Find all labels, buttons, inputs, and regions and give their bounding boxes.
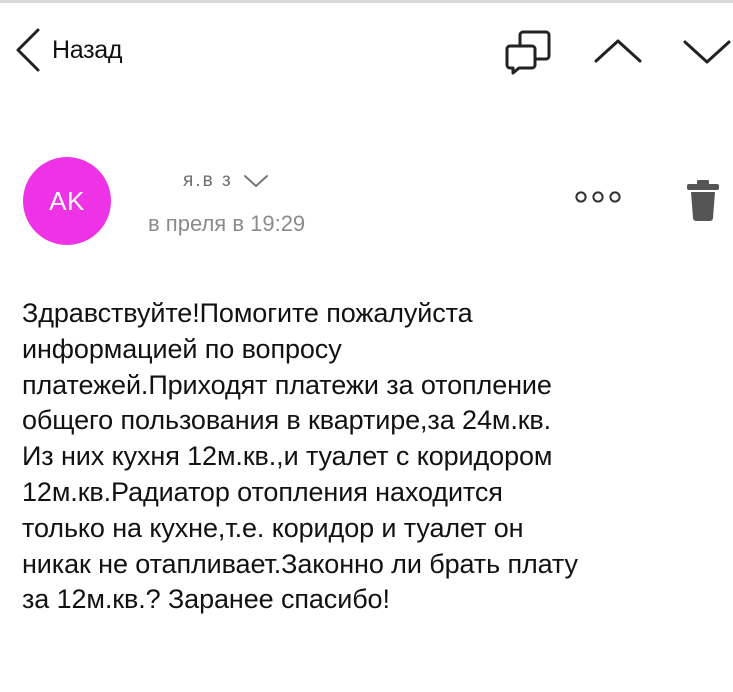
compose-reply-icon[interactable] [505,27,553,75]
trash-icon[interactable] [685,179,721,221]
more-options-icon[interactable] [574,190,622,204]
avatar[interactable]: AK [23,157,111,245]
back-label: Назад [52,35,123,64]
message-body: Здравствуйте!Помогите пожалуйста информа… [22,298,578,615]
message-header: AK я.в з в преля в 19:29 [0,150,733,260]
sender-name: я.в з [183,170,233,191]
back-button[interactable]: Назад [14,25,122,75]
navigation-bar: Назад [0,3,733,93]
chevron-up-icon[interactable] [593,37,643,65]
avatar-initials: AK [49,185,85,216]
sender-toggle[interactable]: я.в з [183,168,269,194]
chevron-down-icon [243,174,269,188]
chevron-down-icon[interactable] [682,38,732,66]
chevron-left-icon [14,27,42,73]
message-date: в преля в 19:29 [148,211,306,236]
